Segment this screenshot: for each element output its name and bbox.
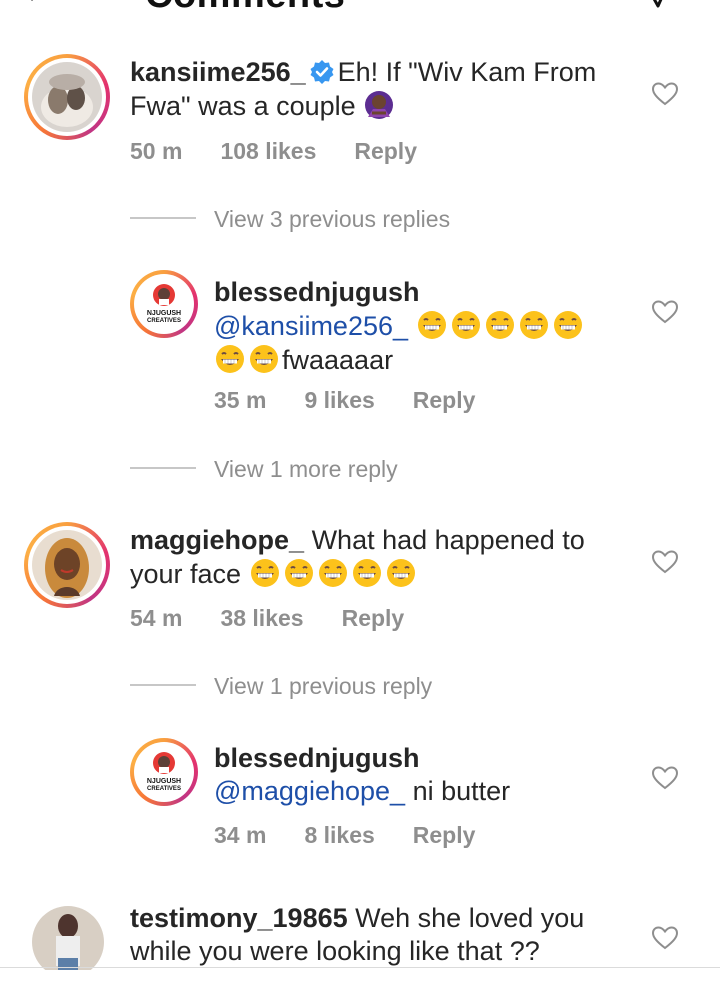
bottom-divider [0,967,720,968]
divider [130,217,196,219]
comment-body-line1: What had happened to [311,525,585,555]
woman-gesturing-no-emoji-icon [365,91,394,119]
laughing-emoji-icon [284,559,313,587]
comment-username[interactable]: maggiehope_ [130,525,304,555]
heart-icon[interactable] [652,550,678,574]
avatar[interactable] [24,54,110,140]
mention-link[interactable]: @kansiime256_ [214,311,408,341]
reply-button[interactable]: Reply [413,387,476,413]
comment-username[interactable]: testimony_19865 [130,903,348,933]
comment-time: 50 m [130,138,183,164]
avatar[interactable] [32,906,104,970]
comment-body-line2: Fwa" was a couple [130,91,356,121]
njugush-logo: NJUGUSH CREATIVES [147,284,181,324]
reply-button[interactable]: Reply [342,605,405,631]
comment-text: kansiime256_ Eh! If "Wiv Kam From Fwa" wa… [130,56,630,123]
comment-time: 54 m [130,605,183,631]
heart-icon[interactable] [652,300,678,324]
reply-item: NJUGUSH CREATIVES blessednjugush @kansii… [0,268,720,418]
comment-text: blessednjugush @kansiime256_ fwaaaaar [214,276,634,377]
comment-time: 34 m [214,822,267,848]
avatar-photo [32,906,104,970]
mention-link[interactable]: @maggiehope_ [214,776,405,806]
njugush-logo: NJUGUSH CREATIVES [147,752,181,792]
comments-header: Comments [0,0,720,16]
comment-text: blessednjugush @maggiehope_ ni butter [214,742,634,808]
heart-icon[interactable] [652,766,678,790]
avatar-photo [32,62,102,132]
send-icon[interactable] [644,0,670,10]
reply-button[interactable]: Reply [413,822,476,848]
page-title: Comments [145,0,345,17]
avatar[interactable]: NJUGUSH CREATIVES [130,270,198,338]
reply-button[interactable]: Reply [354,138,417,164]
comment-text: maggiehope_ What had happened to your fa… [130,524,630,591]
comment-meta: 35 m 9 likes Reply [214,387,513,414]
laughing-emoji-icon [451,311,480,339]
comment-body: ni butter [412,776,511,806]
comment-meta: 50 m 108 likes Reply [130,138,455,165]
laughing-emoji-icon [553,311,582,339]
svg-text:NJUGUSH: NJUGUSH [147,778,181,785]
comment-time: 35 m [214,387,267,413]
comment-body-line1: Weh she loved you [355,903,585,933]
comment-meta: 54 m 38 likes Reply [130,605,442,632]
comment-username[interactable]: blessednjugush [214,743,420,773]
laughing-emoji-icon [386,559,415,587]
laughing-emoji-icon [250,559,279,587]
laughing-emoji-icon [519,311,548,339]
comment-body-line1: Eh! If "Wiv Kam From [337,57,597,87]
comment-body-line2: your face [130,559,242,589]
laughing-emoji-icon [250,345,278,373]
comment-likes[interactable]: 9 likes [304,387,374,413]
comment-item: maggiehope_ What had happened to your fa… [0,520,720,640]
view-replies-link[interactable]: View 3 previous replies [214,206,450,233]
back-arrow-icon[interactable] [26,0,52,12]
svg-text:CREATIVES: CREATIVES [147,786,181,792]
comment-body-line2: while you were looking like that ?? [130,936,540,966]
laughing-emoji-icon [352,559,381,587]
comment-meta: 34 m 8 likes Reply [214,822,513,849]
laughing-emoji-icon [318,559,347,587]
emoji-group [214,345,282,375]
verified-badge-icon [310,60,334,84]
comment-item: kansiime256_ Eh! If "Wiv Kam From Fwa" wa… [0,52,720,182]
svg-text:NJUGUSH: NJUGUSH [147,310,181,317]
comment-text: testimony_19865 Weh she loved you while … [130,902,650,968]
comment-body: fwaaaaar [282,345,394,375]
avatar[interactable]: NJUGUSH CREATIVES [130,738,198,806]
comment-username[interactable]: blessednjugush [214,277,420,307]
laughing-emoji-icon [485,311,514,339]
view-replies-link[interactable]: View 1 more reply [214,456,398,483]
divider [130,467,196,469]
heart-icon[interactable] [652,82,678,106]
avatar[interactable] [24,522,110,608]
reply-item: NJUGUSH CREATIVES blessednjugush @maggie… [0,736,720,856]
laughing-emoji-icon [216,345,244,373]
comment-likes[interactable]: 38 likes [220,605,303,631]
laughing-emoji-icon [417,311,446,339]
comment-item: testimony_19865 Weh she loved you while … [0,900,720,970]
svg-text:CREATIVES: CREATIVES [147,318,181,324]
comment-username[interactable]: kansiime256_ [130,57,306,87]
comment-likes[interactable]: 108 likes [220,138,316,164]
emoji-group [249,559,419,589]
divider [130,684,196,686]
heart-icon[interactable] [652,926,678,950]
emoji-group [416,311,586,341]
avatar-photo [32,530,102,600]
view-replies-link[interactable]: View 1 previous reply [214,673,432,700]
comment-likes[interactable]: 8 likes [304,822,374,848]
